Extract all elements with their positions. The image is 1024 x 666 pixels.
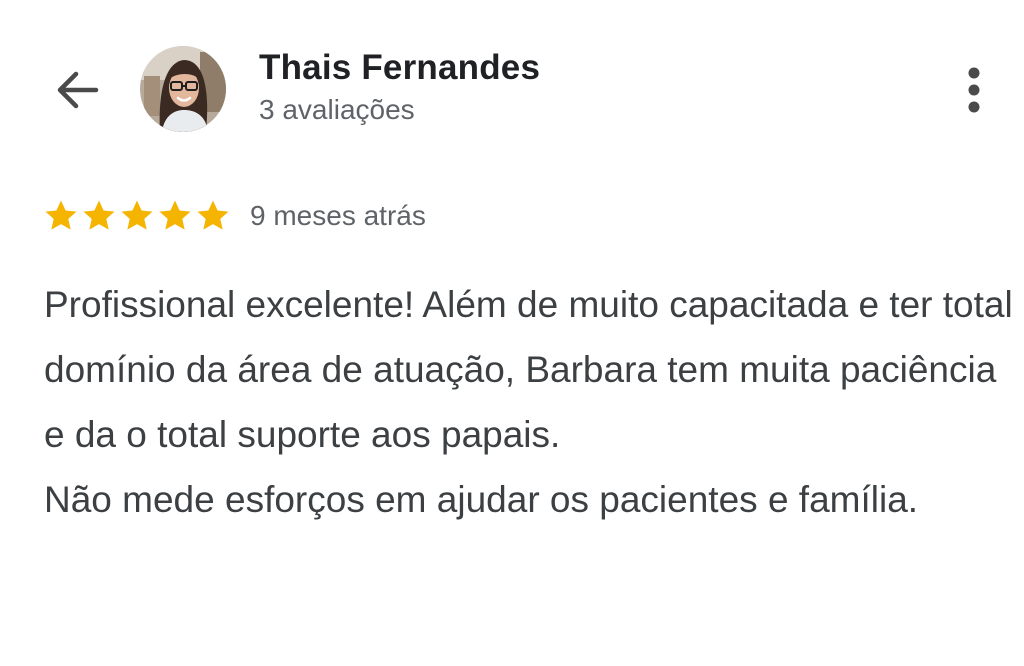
star-icon [197, 200, 229, 230]
star-icon [45, 200, 77, 230]
star-icon [159, 200, 191, 230]
star-icon [121, 200, 153, 230]
star-icon [83, 200, 115, 230]
back-button[interactable] [46, 64, 106, 116]
reviewer-name[interactable]: Thais Fernandes [259, 46, 540, 90]
review-count: 3 avaliações [259, 94, 415, 125]
avatar-photo [140, 46, 226, 132]
arrow-left-icon [57, 71, 99, 109]
review-paragraph: Não mede esforços em ajudar os pacientes… [44, 479, 919, 520]
review-paragraph: Profissional excelente! Além de muito ca… [44, 284, 1013, 455]
rating-row: 9 meses atrás [42, 196, 426, 236]
avatar[interactable] [140, 46, 226, 132]
review-text: Profissional excelente! Além de muito ca… [44, 272, 1014, 532]
star-rating [42, 197, 232, 235]
reviewer-info[interactable]: Thais Fernandes 3 avaliações [259, 46, 540, 128]
review-date: 9 meses atrás [250, 200, 426, 231]
more-options-button[interactable] [952, 62, 996, 118]
more-vertical-icon [968, 67, 980, 113]
